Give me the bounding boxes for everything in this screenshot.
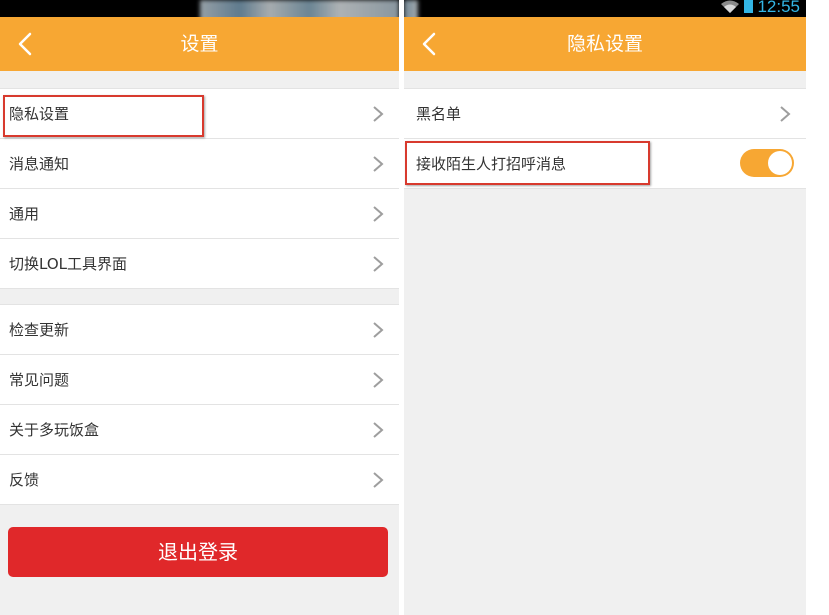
settings-screen: 设置 隐私设置 消息通知 通用 切换LOL工具界面 检查更新 常见问题 关于多玩… [0, 0, 399, 615]
status-icons: 12:55 [720, 0, 800, 15]
page-title: 隐私设置 [566, 33, 643, 55]
privacy-item-stranger-greeting: 接收陌生人打招呼消息 [404, 139, 806, 188]
chevron-right-icon [373, 206, 384, 222]
chevron-right-icon [373, 156, 384, 172]
chevron-right-icon [780, 106, 791, 122]
privacy-group: 黑名单 接收陌生人打招呼消息 [404, 88, 806, 189]
settings-item-privacy[interactable]: 隐私设置 [0, 89, 399, 139]
settings-group-2: 检查更新 常见问题 关于多玩饭盒 反馈 [0, 304, 399, 505]
settings-item-label: 常见问题 [9, 371, 70, 389]
settings-item-faq[interactable]: 常见问题 [0, 355, 399, 405]
privacy-item-blacklist[interactable]: 黑名单 [404, 89, 806, 139]
privacy-settings-screen: 12:55 隐私设置 黑名单 接收陌生人打招呼消息 [404, 0, 806, 615]
settings-item-switch-lol-ui[interactable]: 切换LOL工具界面 [0, 239, 399, 288]
chevron-right-icon [373, 472, 384, 488]
settings-group-1: 隐私设置 消息通知 通用 切换LOL工具界面 [0, 88, 399, 289]
settings-item-label: 隐私设置 [9, 105, 70, 123]
settings-item-feedback[interactable]: 反馈 [0, 455, 399, 504]
settings-item-label: 切换LOL工具界面 [9, 255, 127, 273]
toggle-knob [768, 151, 792, 175]
page-title: 设置 [180, 33, 219, 55]
settings-item-label: 消息通知 [9, 155, 70, 173]
settings-item-label: 关于多玩饭盒 [9, 421, 100, 439]
settings-item-label: 反馈 [9, 471, 40, 489]
settings-item-notifications[interactable]: 消息通知 [0, 139, 399, 189]
battery-icon [744, 0, 754, 13]
privacy-item-label: 接收陌生人打招呼消息 [416, 155, 567, 173]
chevron-right-icon [373, 106, 384, 122]
settings-header: 设置 [0, 17, 399, 71]
chevron-right-icon [373, 256, 384, 272]
privacy-item-label: 黑名单 [416, 105, 462, 123]
chevron-right-icon [373, 422, 384, 438]
privacy-header: 隐私设置 [404, 17, 806, 71]
status-time: 12:55 [757, 0, 800, 16]
chevron-right-icon [373, 322, 384, 338]
chevron-right-icon [373, 372, 384, 388]
settings-item-general[interactable]: 通用 [0, 189, 399, 239]
status-bar: 12:55 [404, 0, 806, 17]
stranger-greeting-toggle[interactable] [740, 149, 794, 177]
settings-item-about[interactable]: 关于多玩饭盒 [0, 405, 399, 455]
wifi-icon [721, 0, 740, 13]
settings-item-check-update[interactable]: 检查更新 [0, 305, 399, 355]
settings-item-label: 检查更新 [9, 321, 70, 339]
logout-button[interactable]: 退出登录 [8, 527, 388, 577]
settings-item-label: 通用 [9, 205, 40, 223]
